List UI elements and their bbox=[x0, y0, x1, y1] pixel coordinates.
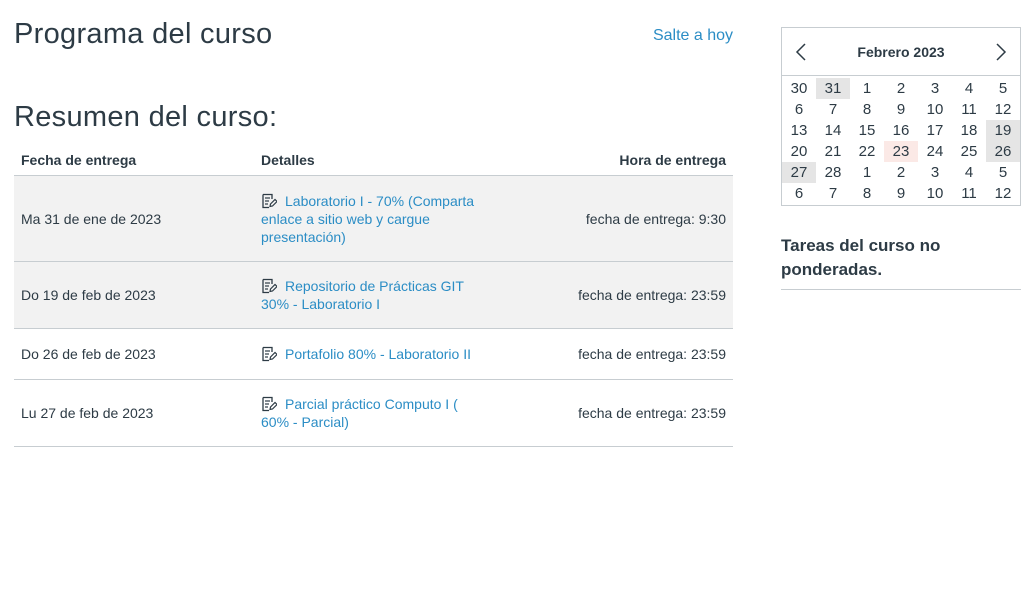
calendar-day[interactable]: 4 bbox=[952, 162, 986, 183]
row-date: Do 19 de feb de 2023 bbox=[14, 261, 254, 329]
calendar-day[interactable]: 10 bbox=[918, 99, 952, 120]
unweighted-tasks-heading: Tareas del curso no ponderadas. bbox=[781, 234, 1021, 290]
row-details: Laboratorio I - 70% (Comparta enlace a s… bbox=[254, 175, 518, 262]
assignment-icon bbox=[261, 278, 277, 294]
calendar-day[interactable]: 19 bbox=[986, 120, 1020, 141]
calendar-day[interactable]: 2 bbox=[884, 78, 918, 99]
row-details: Parcial práctico Computo I ( 60% - Parci… bbox=[254, 379, 518, 447]
calendar-day[interactable]: 30 bbox=[782, 78, 816, 99]
row-date: Lu 27 de feb de 2023 bbox=[14, 379, 254, 447]
calendar-day[interactable]: 10 bbox=[918, 183, 952, 204]
chevron-right-icon[interactable] bbox=[992, 42, 1010, 62]
calendar-day[interactable]: 7 bbox=[816, 99, 850, 120]
calendar-day[interactable]: 22 bbox=[850, 141, 884, 162]
calendar-day[interactable]: 27 bbox=[782, 162, 816, 183]
calendar-day[interactable]: 13 bbox=[782, 120, 816, 141]
assignment-title: Parcial práctico Computo I ( 60% - Parci… bbox=[261, 396, 458, 430]
calendar-day[interactable]: 6 bbox=[782, 99, 816, 120]
assignment-title: Portafolio 80% - Laboratorio II bbox=[285, 346, 471, 362]
assignment-icon bbox=[261, 346, 277, 362]
chevron-left-icon[interactable] bbox=[792, 42, 810, 62]
calendar-day[interactable]: 8 bbox=[850, 183, 884, 204]
calendar-header: Febrero 2023 bbox=[782, 28, 1020, 76]
calendar-day[interactable]: 7 bbox=[816, 183, 850, 204]
assignment-link[interactable]: Parcial práctico Computo I ( 60% - Parci… bbox=[261, 395, 487, 431]
syllabus-table: Fecha de entrega Detalles Hora de entreg… bbox=[14, 145, 733, 447]
row-details: Portafolio 80% - Laboratorio II bbox=[254, 328, 518, 380]
assignment-link[interactable]: Portafolio 80% - Laboratorio II bbox=[261, 345, 487, 363]
row-details: Repositorio de Prácticas GIT 30% - Labor… bbox=[254, 261, 518, 329]
calendar-day[interactable]: 6 bbox=[782, 183, 816, 204]
assignment-link[interactable]: Laboratorio I - 70% (Comparta enlace a s… bbox=[261, 192, 487, 246]
calendar-day[interactable]: 5 bbox=[986, 78, 1020, 99]
calendar-day[interactable]: 20 bbox=[782, 141, 816, 162]
table-header-row: Fecha de entrega Detalles Hora de entreg… bbox=[14, 145, 733, 176]
calendar-day[interactable]: 16 bbox=[884, 120, 918, 141]
sidebar: Febrero 2023 30 31 1 2 3 4 5 6 7 8 9 10 11 12 13 14 15 16… bbox=[781, 27, 1021, 290]
calendar-day[interactable]: 9 bbox=[884, 99, 918, 120]
assignment-title: Repositorio de Prácticas GIT 30% - Labor… bbox=[261, 278, 464, 312]
column-header-date: Fecha de entrega bbox=[14, 145, 254, 176]
calendar-day[interactable]: 28 bbox=[816, 162, 850, 183]
calendar-day[interactable]: 9 bbox=[884, 183, 918, 204]
row-due: fecha de entrega: 23:59 bbox=[518, 379, 733, 447]
calendar-day[interactable]: 24 bbox=[918, 141, 952, 162]
calendar-day[interactable]: 25 bbox=[952, 141, 986, 162]
row-date: Ma 31 de ene de 2023 bbox=[14, 175, 254, 262]
calendar-day[interactable]: 3 bbox=[918, 162, 952, 183]
table-row: Ma 31 de ene de 2023 Laboratorio I - 70%… bbox=[14, 175, 733, 262]
assignment-link[interactable]: Repositorio de Prácticas GIT 30% - Labor… bbox=[261, 277, 487, 313]
calendar-day[interactable]: 11 bbox=[952, 183, 986, 204]
table-row: Lu 27 de feb de 2023 Parcial práctico Co… bbox=[14, 379, 733, 447]
table-row: Do 26 de feb de 2023 Portafolio 80% - La… bbox=[14, 328, 733, 380]
calendar-day[interactable]: 26 bbox=[986, 141, 1020, 162]
calendar-day[interactable]: 3 bbox=[918, 78, 952, 99]
calendar-day[interactable]: 11 bbox=[952, 99, 986, 120]
mini-calendar: Febrero 2023 30 31 1 2 3 4 5 6 7 8 9 10 11 12 13 14 15 16… bbox=[781, 27, 1021, 206]
calendar-day[interactable]: 5 bbox=[986, 162, 1020, 183]
row-date: Do 26 de feb de 2023 bbox=[14, 328, 254, 380]
calendar-day[interactable]: 8 bbox=[850, 99, 884, 120]
assignment-icon bbox=[261, 193, 277, 209]
column-header-details: Detalles bbox=[254, 145, 518, 176]
calendar-day[interactable]: 14 bbox=[816, 120, 850, 141]
calendar-day[interactable]: 21 bbox=[816, 141, 850, 162]
calendar-day[interactable]: 23 bbox=[884, 141, 918, 162]
calendar-day[interactable]: 12 bbox=[986, 183, 1020, 204]
calendar-day[interactable]: 4 bbox=[952, 78, 986, 99]
summary-title: Resumen del curso: bbox=[14, 101, 278, 133]
calendar-day[interactable]: 31 bbox=[816, 78, 850, 99]
row-due: fecha de entrega: 23:59 bbox=[518, 328, 733, 380]
column-header-due: Hora de entrega bbox=[518, 145, 733, 176]
assignment-title: Laboratorio I - 70% (Comparta enlace a s… bbox=[261, 192, 475, 245]
calendar-day[interactable]: 1 bbox=[850, 78, 884, 99]
calendar-day[interactable]: 12 bbox=[986, 99, 1020, 120]
row-due: fecha de entrega: 9:30 bbox=[518, 175, 733, 262]
calendar-day[interactable]: 1 bbox=[850, 162, 884, 183]
table-row: Do 19 de feb de 2023 Repositorio de Prác… bbox=[14, 261, 733, 329]
calendar-grid: 30 31 1 2 3 4 5 6 7 8 9 10 11 12 13 14 15 16 17 18 19 20 21 22 2… bbox=[782, 76, 1020, 204]
page-title: Programa del curso bbox=[14, 18, 273, 50]
calendar-day[interactable]: 18 bbox=[952, 120, 986, 141]
calendar-day[interactable]: 15 bbox=[850, 120, 884, 141]
jump-to-today-link[interactable]: Salte a hoy bbox=[653, 27, 733, 45]
calendar-day[interactable]: 17 bbox=[918, 120, 952, 141]
row-due: fecha de entrega: 23:59 bbox=[518, 261, 733, 329]
assignment-icon bbox=[261, 396, 277, 412]
calendar-day[interactable]: 2 bbox=[884, 162, 918, 183]
calendar-month-label: Febrero 2023 bbox=[857, 43, 945, 60]
